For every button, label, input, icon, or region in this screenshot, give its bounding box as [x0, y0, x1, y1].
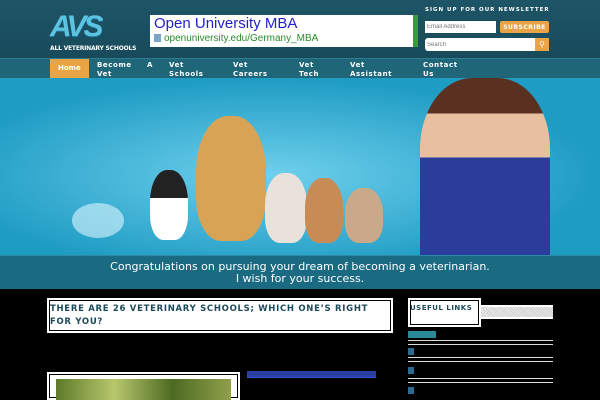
search-input[interactable]: [425, 38, 535, 51]
sidebar-separator: [408, 378, 553, 383]
post-image[interactable]: [56, 379, 231, 400]
nav-home[interactable]: Home: [50, 59, 89, 79]
sidebar-separator: [408, 357, 553, 362]
sidebar-divider: [481, 305, 553, 319]
ad-url[interactable]: openuniversity.edu/Germany_MBA: [154, 33, 318, 44]
bulldog-image: [265, 173, 307, 243]
hero-banner: [0, 78, 600, 255]
cat-image: [305, 178, 343, 243]
search-icon[interactable]: ⚲: [535, 38, 549, 51]
ad-url-text: openuniversity.edu/Germany_MBA: [164, 33, 319, 44]
nav-become-vet[interactable]: Become Vet: [97, 61, 137, 79]
sidebar-link[interactable]: [408, 348, 414, 355]
veterinarian-image: [420, 78, 550, 255]
caption-line-2: I wish for your success.: [235, 272, 365, 285]
logo-subtitle: ALL VETERINARY SCHOOLS: [50, 45, 137, 52]
nav-a[interactable]: A: [147, 61, 153, 70]
fishbowl-image: [72, 203, 124, 238]
sidebar-link[interactable]: [408, 331, 436, 338]
hero-caption: Congratulations on pursuing your dream o…: [0, 255, 600, 289]
nav-contact-us[interactable]: Contact Us: [423, 61, 463, 79]
rabbit-image: [345, 188, 383, 243]
sidebar-title: USEFUL LINKS: [408, 298, 481, 327]
sidebar-link[interactable]: [408, 367, 414, 374]
post-link[interactable]: [247, 371, 376, 378]
ad-banner[interactable]: Open University MBA openuniversity.edu/G…: [150, 15, 418, 47]
email-field[interactable]: [425, 21, 496, 33]
sidebar-link[interactable]: [408, 387, 414, 394]
site-logo[interactable]: AVS ALL VETERINARY SCHOOLS: [50, 10, 137, 54]
golden-retriever-image: [196, 116, 266, 241]
subscribe-button[interactable]: SUBSCRIBE: [500, 21, 549, 33]
nav-vet-careers[interactable]: Vet Careers: [233, 61, 273, 79]
nav-vet-tech[interactable]: Vet Tech: [299, 61, 329, 79]
nav-vet-schools[interactable]: Vet Schools: [169, 61, 209, 79]
newsletter-title: SIGN UP FOR OUR NEWSLETTER: [425, 7, 550, 13]
logo-mark: AVS: [50, 10, 103, 43]
post-title[interactable]: THERE ARE 26 VETERINARY SCHOOLS; WHICH O…: [47, 298, 393, 333]
site-header: AVS ALL VETERINARY SCHOOLS Open Universi…: [0, 0, 600, 58]
puppy-image: [150, 170, 188, 240]
nav-vet-assistant[interactable]: Vet Assistant: [350, 61, 400, 79]
ad-title[interactable]: Open University MBA: [154, 15, 297, 32]
main-nav: Home Become Vet A Vet Schools Vet Career…: [0, 58, 600, 79]
shield-icon: [154, 34, 161, 42]
sidebar-separator: [408, 340, 553, 345]
